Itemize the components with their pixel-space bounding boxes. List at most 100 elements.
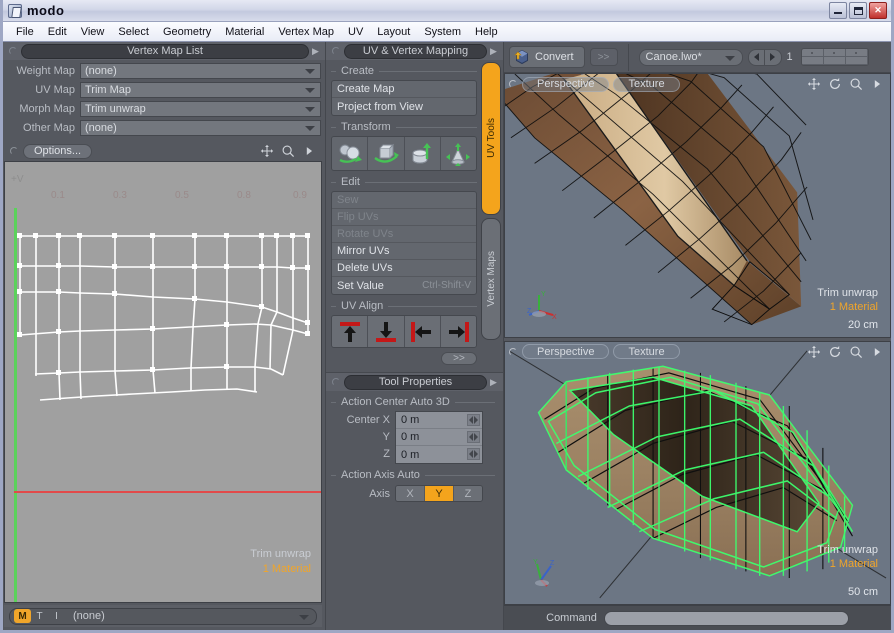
rotate-icon[interactable] <box>828 345 842 359</box>
edit-button-list: Sew Flip UVs Rotate UVs Mirror UVs Delet… <box>331 191 477 295</box>
center-x-stepper-icon[interactable] <box>467 414 480 426</box>
vertical-tab-strip: UV Tools Vertex Maps <box>481 62 501 340</box>
tab-uv-tools[interactable]: UV Tools <box>481 62 501 215</box>
menu-vertex-map[interactable]: Vertex Map <box>271 24 341 40</box>
align-bottom-button[interactable] <box>368 316 405 347</box>
menu-edit[interactable]: Edit <box>41 24 74 40</box>
panel-collapse-icon[interactable] <box>332 378 340 386</box>
vertex-map-mode-toggles: M T I <box>14 609 65 623</box>
convert-expander[interactable]: >> <box>589 48 618 66</box>
stretch-tool-button[interactable] <box>440 137 476 170</box>
mirror-uvs-button[interactable]: Mirror UVs <box>332 243 476 260</box>
align-top-button[interactable] <box>332 316 369 347</box>
menu-geometry[interactable]: Geometry <box>156 24 218 40</box>
delete-uvs-button[interactable]: Delete UVs <box>332 260 476 277</box>
axis-row: Axis X Y Z <box>331 485 495 502</box>
create-map-button[interactable]: Create Map <box>332 81 476 98</box>
panel-collapse-icon[interactable] <box>9 47 17 55</box>
group-action-center: Action Center Auto 3D Center X Y Z 0 m 0… <box>331 396 495 464</box>
viewport-top-status-name: Trim unwrap <box>817 286 878 299</box>
chevron-right-icon[interactable]: ▶ <box>487 377 500 388</box>
menu-file[interactable]: File <box>9 24 41 40</box>
rotate-tool-button[interactable] <box>368 137 405 170</box>
zoom-icon[interactable] <box>281 144 295 158</box>
morph-map-field[interactable]: Trim unwrap <box>80 100 321 117</box>
chevron-right-icon[interactable] <box>870 77 884 91</box>
viewport-top-view-button[interactable]: Perspective <box>522 76 610 92</box>
chevron-right-icon[interactable] <box>302 144 316 158</box>
menu-system[interactable]: System <box>417 24 468 40</box>
uv-footer-selector[interactable]: M T I (none) <box>9 607 317 625</box>
pan-icon[interactable] <box>807 77 821 91</box>
maximize-button[interactable] <box>849 2 867 19</box>
menu-select[interactable]: Select <box>111 24 156 40</box>
menu-uv[interactable]: UV <box>341 24 370 40</box>
pan-icon[interactable] <box>807 345 821 359</box>
layer-grid-selector[interactable] <box>800 48 869 66</box>
other-map-field[interactable]: (none) <box>80 119 321 136</box>
move-tool-button[interactable] <box>332 137 369 170</box>
project-from-view-button[interactable]: Project from View <box>332 98 476 115</box>
chevron-right-icon[interactable] <box>870 345 884 359</box>
panel-collapse-icon[interactable] <box>509 347 517 356</box>
center-z-input[interactable]: 0 m <box>396 446 482 463</box>
axis-button-y[interactable]: Y <box>425 486 454 501</box>
uv-map-label: UV Map <box>35 83 75 96</box>
center-z-stepper-icon[interactable] <box>467 448 480 460</box>
zoom-icon[interactable] <box>849 345 863 359</box>
next-layer-button[interactable] <box>764 48 782 66</box>
align-left-button[interactable] <box>404 316 441 347</box>
uv-editor-canvas[interactable]: +V 0.1 0.3 0.5 0.8 0.9 Trim unwrap 1 Mat… <box>4 161 322 603</box>
file-selector[interactable]: Canoe.lwo* <box>638 48 743 66</box>
prev-layer-button[interactable] <box>747 48 765 66</box>
axis-button-z[interactable]: Z <box>454 486 482 501</box>
center-y-stepper-icon[interactable] <box>467 431 480 443</box>
minimize-button[interactable] <box>829 2 847 19</box>
mode-toggle-i[interactable]: I <box>48 609 65 623</box>
uv-mapping-header[interactable]: UV & Vertex Mapping ▶ <box>326 42 503 60</box>
chevron-right-icon[interactable]: ▶ <box>309 46 322 57</box>
viewport-bottom[interactable]: Perspective Texture Y Z Trim unwrap 1 Ma… <box>504 340 891 605</box>
set-value-button[interactable]: Set Value Ctrl-Shift-V <box>332 277 476 294</box>
weight-map-field[interactable]: (none) <box>80 62 321 79</box>
viewport-top[interactable]: Perspective Texture Y Z X Trim unwrap 1 … <box>504 73 891 338</box>
svg-text:Z: Z <box>550 560 555 567</box>
close-button[interactable]: ✕ <box>869 2 887 19</box>
vertex-map-list-header[interactable]: Vertex Map List ▶ <box>3 42 325 60</box>
mode-toggle-m[interactable]: M <box>14 609 31 623</box>
convert-button[interactable]: Convert <box>509 46 585 68</box>
chevron-right-icon[interactable]: ▶ <box>487 46 500 57</box>
uv-mapping-expander[interactable]: >> <box>441 352 477 365</box>
panel-collapse-icon[interactable] <box>10 147 18 155</box>
uv-mapping-title: UV & Vertex Mapping <box>344 43 487 59</box>
uv-align-row <box>331 315 477 348</box>
layer-nav-buttons <box>747 48 782 66</box>
tool-properties-header[interactable]: Tool Properties ▶ <box>326 373 503 391</box>
menu-material[interactable]: Material <box>218 24 271 40</box>
tab-vertex-maps[interactable]: Vertex Maps <box>481 217 501 340</box>
mode-toggle-t[interactable]: T <box>31 609 48 623</box>
panel-collapse-icon[interactable] <box>332 47 340 55</box>
center-x-input[interactable]: 0 m <box>396 412 482 429</box>
uv-map-field[interactable]: Trim Map <box>80 81 321 98</box>
group-transform-title: Transform <box>331 121 477 133</box>
viewport-top-status-material: 1 Material <box>829 300 878 313</box>
menu-layout[interactable]: Layout <box>370 24 417 40</box>
center-y-input[interactable]: 0 m <box>396 429 482 446</box>
command-input[interactable] <box>603 610 849 626</box>
panel-collapse-icon[interactable] <box>509 80 517 88</box>
viewport-bottom-shading-button[interactable]: Texture <box>613 344 680 359</box>
menu-help[interactable]: Help <box>468 24 505 40</box>
viewport-bottom-view-button[interactable]: Perspective <box>522 344 610 359</box>
align-right-button[interactable] <box>440 316 476 347</box>
axis-button-x[interactable]: X <box>396 486 425 501</box>
vertex-map-row-uv: UV Map Trim Map <box>4 81 321 98</box>
pan-icon[interactable] <box>260 144 274 158</box>
rotate-icon[interactable] <box>828 77 842 91</box>
viewport-top-shading-button[interactable]: Texture <box>613 76 680 92</box>
scale-tool-button[interactable] <box>404 137 441 170</box>
uv-options-button[interactable]: Options... <box>23 143 93 159</box>
set-value-label: Set Value <box>337 279 384 292</box>
zoom-icon[interactable] <box>849 77 863 91</box>
menu-view[interactable]: View <box>74 24 112 40</box>
